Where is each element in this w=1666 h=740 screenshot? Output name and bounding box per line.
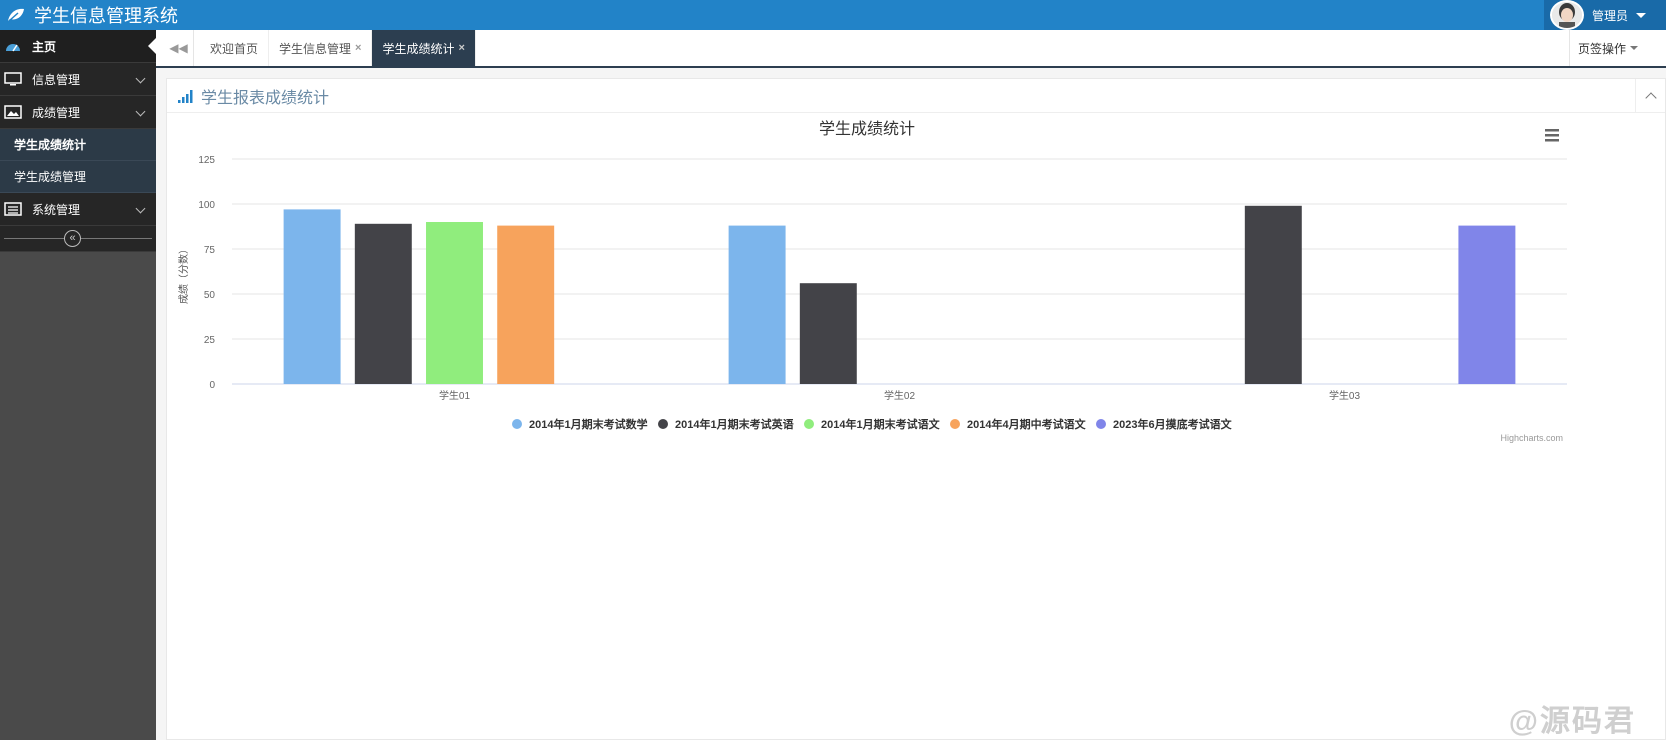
legend-item[interactable]: 2014年1月期末考试语文 xyxy=(804,417,941,431)
sidebar-collapse-row: « xyxy=(0,226,156,252)
chart-bar[interactable] xyxy=(426,222,483,384)
panel-collapse-button[interactable] xyxy=(1635,79,1665,112)
y-tick-label: 50 xyxy=(204,290,216,301)
sidebar-subitem-label: 学生成绩统计 xyxy=(14,138,87,152)
legend-item[interactable]: 2014年4月期中考试语文 xyxy=(950,417,1087,431)
tab-operations-label: 页签操作 xyxy=(1577,41,1626,56)
chart-bar[interactable] xyxy=(728,225,786,384)
tab-label: 学生成绩统计 xyxy=(382,41,455,56)
panel-title: 学生报表成绩统计 xyxy=(201,89,330,107)
x-tick-label: 学生03 xyxy=(1329,389,1361,402)
chart-title: 学生成绩统计 xyxy=(819,120,915,138)
legend-label: 2014年1月期末考试数学 xyxy=(529,417,648,431)
y-tick-label: 100 xyxy=(198,200,215,211)
x-tick-label: 学生02 xyxy=(884,389,916,402)
tab-label: 学生信息管理 xyxy=(279,41,352,56)
tab-operations-dropdown[interactable]: 页签操作 xyxy=(1568,30,1646,66)
legend-marker xyxy=(658,419,668,429)
user-name: 管理员 xyxy=(1592,8,1629,23)
panel-header: 学生报表成绩统计 xyxy=(167,79,1665,113)
tab-scroll-left-button[interactable]: ◀◀ xyxy=(164,30,194,66)
sidebar-item-label: 主页 xyxy=(32,39,57,54)
caret-down-icon xyxy=(1636,12,1647,18)
picture-icon xyxy=(4,105,22,119)
sidebar-item-system[interactable]: 系统管理 xyxy=(0,193,156,226)
chart-bar[interactable] xyxy=(354,223,412,384)
sidebar-subitem-score-stats[interactable]: 学生成绩统计 xyxy=(0,129,156,161)
legend-item[interactable]: 2014年1月期末考试英语 xyxy=(658,417,794,431)
y-axis-label: 成绩（分数） xyxy=(177,244,190,304)
y-tick-label: 25 xyxy=(204,335,216,346)
chart-bar[interactable] xyxy=(1458,225,1516,384)
legend-label: 2014年1月期末考试英语 xyxy=(675,417,794,431)
main-content: 学生报表成绩统计 学生成绩统计 0 25 50 75 100 125 学生01 学生02 学生… xyxy=(156,68,1666,740)
tab-student-info[interactable]: 学生信息管理 × xyxy=(269,30,373,66)
avatar xyxy=(1550,0,1584,30)
sidebar-item-home[interactable]: 主页 xyxy=(0,30,156,63)
chevron-up-icon xyxy=(1644,91,1657,104)
legend-label: 2014年4月期中考试语文 xyxy=(967,417,1087,431)
chevron-down-icon xyxy=(135,73,146,84)
y-tick-label: 125 xyxy=(198,155,215,166)
score-chart: 学生成绩统计 0 25 50 75 100 125 学生01 学生02 学生03 成绩（分数）… xyxy=(177,120,1567,443)
sidebar-item-label: 系统管理 xyxy=(32,202,81,217)
chart-bar[interactable] xyxy=(497,225,555,384)
legend-item[interactable]: 2023年6月摸底考试语文 xyxy=(1096,417,1233,431)
tab-score-stats[interactable]: 学生成绩统计 × xyxy=(372,30,476,66)
app-title: 学生信息管理系统 xyxy=(34,6,178,26)
chevron-down-icon xyxy=(135,106,146,117)
sidebar-collapse-button[interactable]: « xyxy=(64,230,81,247)
sidebar-subitem-label: 学生成绩管理 xyxy=(14,170,87,184)
close-icon[interactable]: × xyxy=(355,42,361,54)
sidebar-item-info[interactable]: 信息管理 xyxy=(0,63,156,96)
legend-marker xyxy=(804,419,814,429)
close-icon[interactable]: × xyxy=(458,42,464,54)
chart-bar[interactable] xyxy=(1244,205,1302,384)
chart-menu-button[interactable] xyxy=(1545,129,1559,142)
legend-label: 2014年1月期末考试语文 xyxy=(821,417,941,431)
legend-marker xyxy=(950,419,960,429)
tab-bar: ◀◀ 欢迎首页 学生信息管理 × 学生成绩统计 × 页签操作 xyxy=(156,30,1666,68)
leaf-icon xyxy=(8,8,24,22)
tab-welcome[interactable]: 欢迎首页 xyxy=(200,30,270,66)
monitor-icon xyxy=(4,72,22,86)
top-navbar: 学生信息管理系统 管理员 xyxy=(0,0,1666,30)
tab-list: 欢迎首页 学生信息管理 × 学生成绩统计 × xyxy=(200,30,476,66)
legend-marker xyxy=(512,419,522,429)
user-menu[interactable]: 管理员 xyxy=(1544,0,1666,30)
caret-down-icon xyxy=(1630,46,1638,50)
dashboard-icon xyxy=(6,44,20,52)
list-icon xyxy=(4,202,22,216)
y-tick-label: 75 xyxy=(204,245,216,256)
app-brand[interactable]: 学生信息管理系统 xyxy=(6,0,178,30)
chart-bar[interactable] xyxy=(283,209,341,384)
sidebar-item-label: 信息管理 xyxy=(32,72,81,87)
sidebar-subitem-score-manage[interactable]: 学生成绩管理 xyxy=(0,161,156,193)
active-indicator xyxy=(148,38,156,54)
watermark: @源码君 xyxy=(1508,705,1636,738)
tab-label: 欢迎首页 xyxy=(210,41,259,56)
chevron-down-icon xyxy=(135,203,146,214)
x-tick-label: 学生01 xyxy=(439,389,471,402)
legend-label: 2023年6月摸底考试语文 xyxy=(1113,417,1233,431)
legend-item[interactable]: 2014年1月期末考试数学 xyxy=(512,417,648,431)
chart-credits[interactable]: Highcharts.com xyxy=(1500,433,1563,443)
signal-icon xyxy=(178,89,193,103)
chart-bar[interactable] xyxy=(799,283,857,384)
y-tick-label: 0 xyxy=(209,380,215,391)
sidebar-item-label: 成绩管理 xyxy=(32,105,81,120)
sidebar-item-score[interactable]: 成绩管理 xyxy=(0,96,156,129)
report-panel: 学生报表成绩统计 学生成绩统计 0 25 50 75 100 125 学生01 学生02 学生… xyxy=(166,78,1666,740)
sidebar: 主页 信息管理 成绩管理 学生成绩统计 学生成绩管理 系统管理 « xyxy=(0,30,156,740)
avatar-face-icon xyxy=(1552,2,1582,28)
legend-marker xyxy=(1096,419,1106,429)
